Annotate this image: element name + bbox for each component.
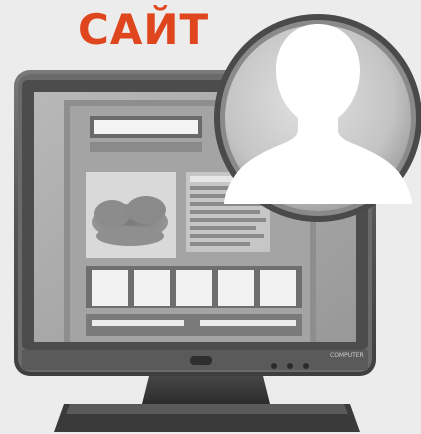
power-button [190, 356, 212, 365]
cloud-image [92, 196, 168, 246]
footer-bar [200, 320, 296, 326]
monitor-illustration: COMPUTER [14, 14, 421, 432]
thumbnail [134, 270, 170, 306]
page-title: САЙТ [78, 5, 210, 54]
monitor-bottom-panel: COMPUTER [22, 350, 368, 370]
thumbnail [92, 270, 128, 306]
monitor-stand [54, 372, 360, 432]
thumbnail [218, 270, 254, 306]
footer-bar [92, 320, 184, 326]
thumbnail [176, 270, 212, 306]
site-illustration: COMPUTER САЙТ [0, 0, 421, 434]
thumbnail-row [86, 266, 302, 308]
brand-label: COMPUTER [330, 352, 364, 359]
thumbnail [260, 270, 296, 306]
avatar [214, 14, 421, 222]
